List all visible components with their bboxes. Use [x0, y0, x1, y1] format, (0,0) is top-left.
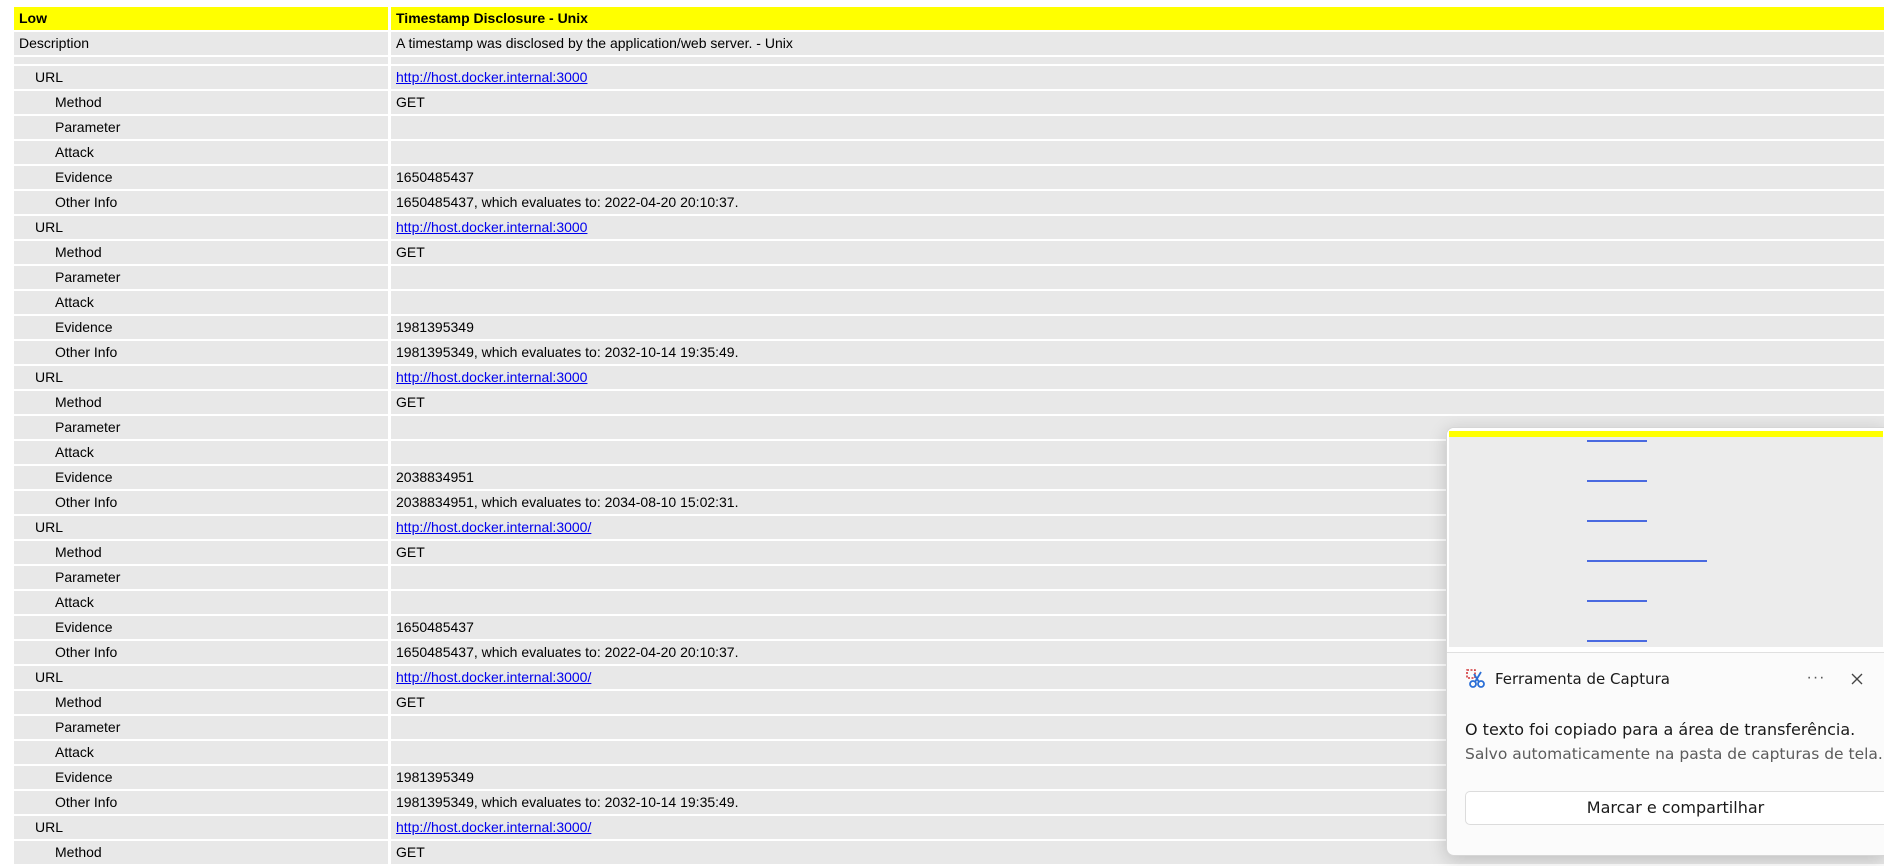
- spacer-row: [14, 57, 1884, 66]
- url-label: URL: [14, 66, 388, 89]
- parameter-value: [391, 116, 1884, 139]
- instance-row-url: URL http://host.docker.internal:3000: [14, 216, 1884, 241]
- evidence-label: Evidence: [14, 166, 388, 189]
- notification-app-name: Ferramenta de Captura: [1495, 670, 1670, 688]
- method-value: GET: [391, 241, 1884, 264]
- url-link[interactable]: http://host.docker.internal:3000: [396, 69, 587, 85]
- evidence-label: Evidence: [14, 616, 388, 639]
- spacer-cell: [391, 57, 1884, 64]
- url-label: URL: [14, 516, 388, 539]
- instance-row-url: URL http://host.docker.internal:3000: [14, 366, 1884, 391]
- instance-row-method: Method GET: [14, 241, 1884, 266]
- other-info-label: Other Info: [14, 641, 388, 664]
- preview-link: [1587, 480, 1647, 482]
- method-label: Method: [14, 841, 388, 864]
- other-info-label: Other Info: [14, 491, 388, 514]
- parameter-label: Parameter: [14, 116, 388, 139]
- preview-row: [1449, 641, 1883, 647]
- instance-row-evidence: Evidence 1981395349: [14, 316, 1884, 341]
- alert-title: Timestamp Disclosure - Unix: [391, 7, 1884, 30]
- instance-row-url: URL http://host.docker.internal:3000: [14, 66, 1884, 91]
- more-options-button[interactable]: ···: [1801, 666, 1831, 690]
- notification-header: Ferramenta de Captura ···: [1447, 658, 1884, 698]
- notification-toast[interactable]: Ferramenta de Captura ··· O texto foi co…: [1446, 427, 1884, 856]
- alert-header-row: Low Timestamp Disclosure - Unix: [14, 7, 1884, 32]
- notification-submessage: Salvo automaticamente na pasta de captur…: [1465, 745, 1883, 763]
- screenshot-preview[interactable]: [1447, 428, 1884, 653]
- preview-link: [1587, 440, 1647, 442]
- preview-link: [1587, 520, 1647, 522]
- other-info-label: Other Info: [14, 341, 388, 364]
- parameter-label: Parameter: [14, 566, 388, 589]
- instance-row-method: Method GET: [14, 91, 1884, 116]
- instance-row-attack: Attack: [14, 141, 1884, 166]
- method-label: Method: [14, 391, 388, 414]
- evidence-label: Evidence: [14, 766, 388, 789]
- risk-level: Low: [14, 7, 388, 30]
- parameter-label: Parameter: [14, 266, 388, 289]
- url-label: URL: [14, 816, 388, 839]
- url-link[interactable]: http://host.docker.internal:3000/: [396, 519, 591, 535]
- snipping-tool-icon: [1466, 669, 1485, 688]
- url-link[interactable]: http://host.docker.internal:3000: [396, 369, 587, 385]
- url-link[interactable]: http://host.docker.internal:3000: [396, 219, 587, 235]
- attack-value: [391, 291, 1884, 314]
- instance-row-parameter: Parameter: [14, 116, 1884, 141]
- instance-row-other-info: Other Info 1981395349, which evaluates to…: [14, 341, 1884, 366]
- parameter-label: Parameter: [14, 416, 388, 439]
- attack-label: Attack: [14, 141, 388, 164]
- evidence-label: Evidence: [14, 316, 388, 339]
- attack-label: Attack: [14, 441, 388, 464]
- other-info-value: 1981395349, which evaluates to: 2032-10-…: [391, 341, 1884, 364]
- instance-row-attack: Attack: [14, 291, 1884, 316]
- instance-row-evidence: Evidence 1650485437: [14, 166, 1884, 191]
- description-row: Description A timestamp was disclosed by…: [14, 32, 1884, 57]
- url-link[interactable]: http://host.docker.internal:3000/: [396, 819, 591, 835]
- preview-link: [1587, 600, 1647, 602]
- method-label: Method: [14, 91, 388, 114]
- attack-label: Attack: [14, 741, 388, 764]
- notification-message: O texto foi copiado para a área de trans…: [1465, 720, 1856, 739]
- instance-row-parameter: Parameter: [14, 266, 1884, 291]
- method-value: GET: [391, 391, 1884, 414]
- description-label: Description: [14, 32, 388, 55]
- method-label: Method: [14, 691, 388, 714]
- url-label: URL: [14, 666, 388, 689]
- url-value: http://host.docker.internal:3000: [391, 216, 1884, 239]
- other-info-label: Other Info: [14, 191, 388, 214]
- method-value: GET: [391, 91, 1884, 114]
- close-icon[interactable]: [1843, 666, 1871, 692]
- preview-link: [1587, 560, 1707, 562]
- description-value: A timestamp was disclosed by the applica…: [391, 32, 1884, 55]
- method-label: Method: [14, 541, 388, 564]
- preview-link: [1587, 640, 1647, 642]
- attack-label: Attack: [14, 291, 388, 314]
- instance-row-other-info: Other Info 1650485437, which evaluates to…: [14, 191, 1884, 216]
- attack-value: [391, 141, 1884, 164]
- spacer-cell: [14, 57, 388, 64]
- attack-label: Attack: [14, 591, 388, 614]
- mark-and-share-button[interactable]: Marcar e compartilhar: [1465, 791, 1884, 825]
- instance-row-method: Method GET: [14, 391, 1884, 416]
- evidence-label: Evidence: [14, 466, 388, 489]
- url-link[interactable]: http://host.docker.internal:3000/: [396, 669, 591, 685]
- other-info-label: Other Info: [14, 791, 388, 814]
- url-label: URL: [14, 216, 388, 239]
- url-label: URL: [14, 366, 388, 389]
- other-info-value: 1650485437, which evaluates to: 2022-04-…: [391, 191, 1884, 214]
- url-value: http://host.docker.internal:3000: [391, 366, 1884, 389]
- parameter-value: [391, 266, 1884, 289]
- method-label: Method: [14, 241, 388, 264]
- evidence-value: 1650485437: [391, 166, 1884, 189]
- parameter-label: Parameter: [14, 716, 388, 739]
- url-value: http://host.docker.internal:3000: [391, 66, 1884, 89]
- evidence-value: 1981395349: [391, 316, 1884, 339]
